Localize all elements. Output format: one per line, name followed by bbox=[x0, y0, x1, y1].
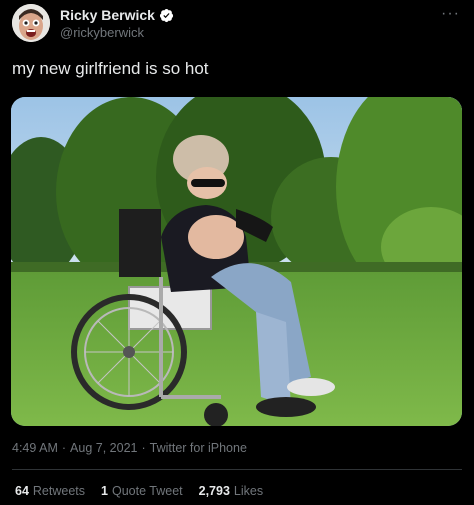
divider bbox=[12, 469, 462, 470]
tweet-meta: 4:49 AM · Aug 7, 2021 · Twitter for iPhone bbox=[12, 441, 247, 455]
tweet-source[interactable]: Twitter for iPhone bbox=[150, 441, 247, 455]
author-handle[interactable]: @rickyberwick bbox=[60, 25, 144, 40]
author-name[interactable]: Ricky Berwick bbox=[60, 7, 155, 23]
tweet-date[interactable]: Aug 7, 2021 bbox=[70, 441, 137, 455]
tweet-stats: 64 Retweets 1 Quote Tweet 2,793 Likes bbox=[15, 484, 263, 498]
likes-label: Likes bbox=[233, 484, 264, 498]
tweet-photo[interactable] bbox=[11, 97, 462, 426]
more-icon[interactable]: ··· bbox=[441, 5, 460, 23]
quotes-stat[interactable]: 1 Quote Tweet bbox=[101, 484, 183, 498]
quotes-label: Quote Tweet bbox=[111, 484, 183, 498]
meta-separator: · bbox=[61, 441, 67, 455]
retweets-stat[interactable]: 64 Retweets bbox=[15, 484, 85, 498]
likes-count: 2,793 bbox=[198, 484, 230, 498]
retweets-label: Retweets bbox=[32, 484, 86, 498]
likes-stat[interactable]: 2,793 Likes bbox=[199, 484, 263, 498]
meta-separator: · bbox=[141, 441, 146, 455]
retweets-count: 64 bbox=[15, 484, 29, 498]
tweet-text: my new girlfriend is so hot bbox=[12, 59, 209, 78]
quotes-count: 1 bbox=[101, 484, 108, 498]
author-row: Ricky Berwick bbox=[60, 7, 174, 23]
author-avatar[interactable] bbox=[12, 4, 50, 42]
tweet-time[interactable]: 4:49 AM bbox=[12, 441, 58, 455]
verified-badge-icon bbox=[159, 8, 174, 22]
